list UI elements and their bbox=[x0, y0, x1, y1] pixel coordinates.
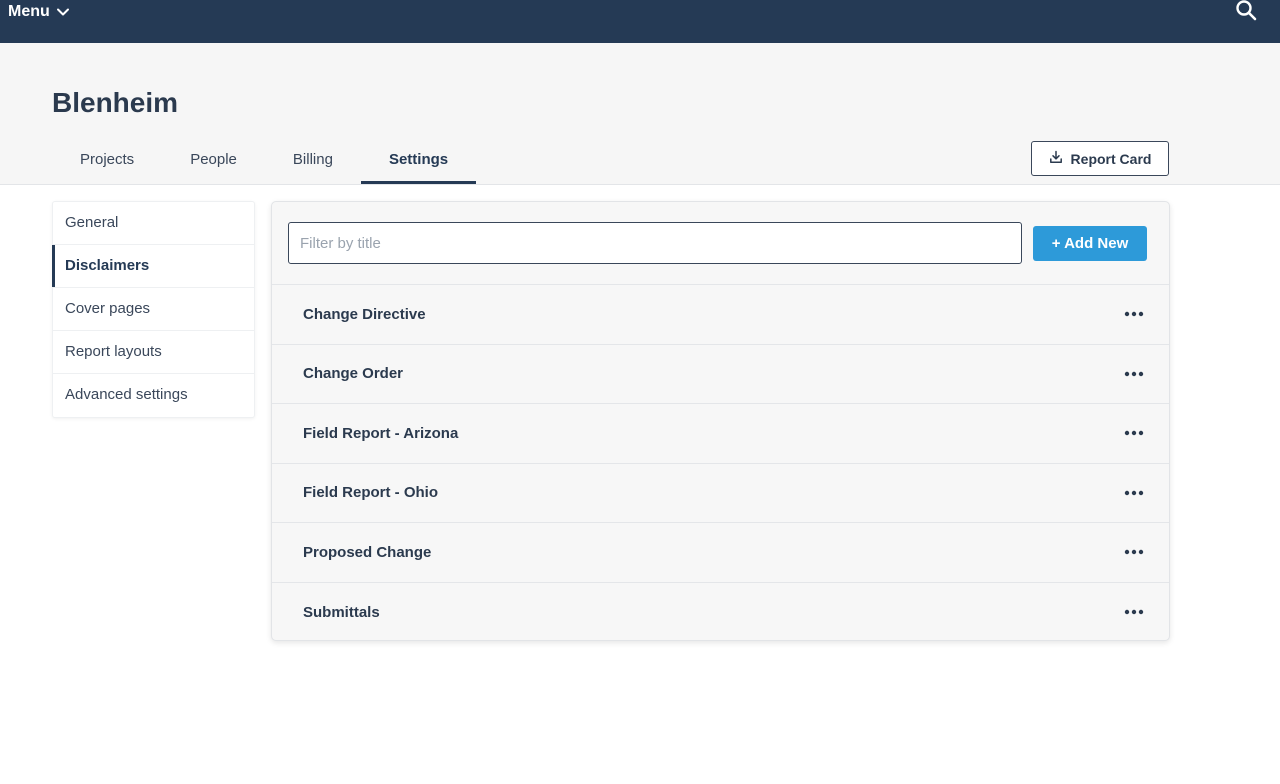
chevron-down-icon bbox=[56, 5, 70, 19]
list-item-title: Change Order bbox=[303, 365, 404, 383]
filter-toolbar: + Add New bbox=[272, 202, 1169, 285]
more-horizontal-icon[interactable] bbox=[1121, 304, 1147, 324]
list-item-title: Submittals bbox=[303, 603, 380, 621]
menu-toggle[interactable]: Menu bbox=[0, 0, 70, 21]
list-item[interactable]: Change Order bbox=[272, 345, 1169, 404]
list-item-title: Change Directive bbox=[303, 305, 426, 323]
list-item[interactable]: Field Report - Ohio bbox=[272, 464, 1169, 523]
sidebar-item-cover-pages[interactable]: Cover pages bbox=[53, 288, 254, 331]
list-item[interactable]: Submittals bbox=[272, 583, 1169, 641]
page-header: Blenheim Projects People Billing Setting… bbox=[0, 43, 1280, 185]
sidebar-item-advanced-settings[interactable]: Advanced settings bbox=[53, 374, 254, 417]
top-nav-bar: Menu bbox=[0, 0, 1280, 43]
tab-billing[interactable]: Billing bbox=[265, 140, 361, 184]
more-horizontal-icon[interactable] bbox=[1121, 542, 1147, 562]
sidebar-item-general[interactable]: General bbox=[53, 202, 254, 245]
report-card-button[interactable]: Report Card bbox=[1031, 141, 1169, 176]
tab-people[interactable]: People bbox=[162, 140, 265, 184]
add-new-button[interactable]: + Add New bbox=[1033, 226, 1147, 261]
list-item[interactable]: Change Directive bbox=[272, 285, 1169, 345]
list-item-title: Field Report - Arizona bbox=[303, 424, 459, 442]
menu-label: Menu bbox=[8, 3, 50, 20]
list-item-title: Proposed Change bbox=[303, 543, 432, 561]
page-title: Blenheim bbox=[52, 87, 179, 118]
sidebar-item-report-layouts[interactable]: Report layouts bbox=[53, 331, 254, 374]
search-button[interactable] bbox=[1230, 0, 1262, 28]
list-item[interactable]: Proposed Change bbox=[272, 523, 1169, 583]
more-horizontal-icon[interactable] bbox=[1121, 602, 1147, 622]
tab-projects[interactable]: Projects bbox=[52, 140, 162, 184]
list-item[interactable]: Field Report - Arizona bbox=[272, 404, 1169, 464]
more-horizontal-icon[interactable] bbox=[1121, 364, 1147, 384]
list-item-title: Field Report - Ohio bbox=[303, 484, 438, 502]
tab-bar: Projects People Billing Settings bbox=[52, 140, 477, 184]
search-icon bbox=[1235, 0, 1257, 26]
filter-input[interactable] bbox=[288, 222, 1022, 264]
report-card-label: Report Card bbox=[1070, 150, 1152, 167]
sidebar-item-disclaimers[interactable]: Disclaimers bbox=[52, 245, 254, 288]
more-horizontal-icon[interactable] bbox=[1121, 483, 1147, 503]
settings-sidebar: General Disclaimers Cover pages Report l… bbox=[52, 201, 255, 418]
disclaimers-panel: + Add New Change Directive Change Order … bbox=[271, 201, 1170, 641]
download-icon bbox=[1049, 150, 1063, 167]
more-horizontal-icon[interactable] bbox=[1121, 423, 1147, 443]
tab-settings[interactable]: Settings bbox=[360, 140, 477, 184]
